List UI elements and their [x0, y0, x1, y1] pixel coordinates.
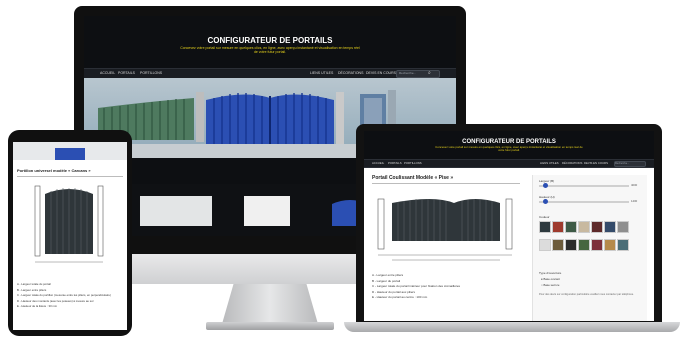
laptop-nav-devis[interactable]: DEVIS EN COURS [584, 161, 608, 165]
divider [17, 176, 123, 177]
width-slider[interactable] [539, 185, 629, 187]
radio-base-serrure[interactable]: ○ Base serrure [541, 283, 559, 287]
gate-technical-drawing [377, 198, 513, 261]
opening-type-label: Type d'ouverture [539, 271, 562, 275]
nav-liens-utiles[interactable]: LIENS UTILES [310, 71, 333, 75]
tablet-legend: A - Largeur totale du portail B - Largeu… [17, 282, 123, 310]
laptop-nav-decorations[interactable]: DÉCORATIONS [562, 161, 582, 165]
footer-note: Pour des devis sur configuration particu… [539, 293, 634, 296]
laptop-nav-accueil[interactable]: ACCUEIL [372, 161, 384, 165]
laptop-nav-portails[interactable]: PORTAILS [388, 161, 402, 165]
color-swatch[interactable] [552, 239, 564, 251]
height-value: 1400 [631, 199, 638, 203]
color-swatch[interactable] [578, 221, 590, 233]
color-swatch[interactable] [539, 239, 551, 251]
width-value: 4000 [631, 183, 638, 187]
laptop-base [344, 322, 680, 332]
search-icon[interactable]: ⌕ [428, 70, 431, 76]
radio-label: Base serrure [543, 283, 560, 287]
thumb-white-portillon[interactable] [244, 196, 290, 226]
portillon-technical-drawing [34, 185, 104, 263]
tablet-header-image [13, 142, 127, 160]
color-swatch[interactable] [604, 221, 616, 233]
legend-item: E - Hauteur de la lisière : 30 mm [17, 304, 58, 309]
laptop-legend: A - Largeur entre piliers B - Largeur du… [372, 273, 522, 301]
laptop-screen: CONFIGURATEUR DE PORTAILS Concevez votre… [364, 131, 654, 321]
height-slider-handle[interactable] [543, 199, 548, 204]
color-swatch[interactable] [565, 239, 577, 251]
width-slider-handle[interactable] [543, 183, 548, 188]
search-input[interactable]: Recherche... [396, 70, 440, 78]
nav-accueil[interactable]: ACCUEIL [100, 71, 115, 75]
site-title: CONFIGURATEUR DE PORTAILS [207, 36, 333, 45]
imac-base [206, 322, 334, 330]
tablet-product-title: Portillon universel modèle « Carcans » [17, 168, 91, 173]
nav-portails[interactable]: PORTAILS [118, 71, 135, 75]
site-tagline: Concevez votre portail sur mesure en que… [180, 46, 360, 55]
color-swatch[interactable] [539, 221, 551, 233]
config-panel: Largeur (B) 4000 Hauteur (H) 1400 Couleu… [532, 175, 647, 321]
laptop-nav: ACCUEIL PORTAILS PORTILLONS LIENS UTILES… [364, 159, 654, 168]
legend-item: C - Largeur totale du portillon (mesurée… [17, 293, 111, 298]
color-swatch[interactable] [604, 239, 616, 251]
color-swatch[interactable] [591, 221, 603, 233]
tablet-accent-gate [55, 148, 85, 160]
color-swatch[interactable] [565, 221, 577, 233]
nav-decorations[interactable]: DÉCORATIONS [338, 71, 363, 75]
laptop-search-input[interactable]: Recherche... [614, 161, 646, 167]
nav-portillons[interactable]: PORTILLONS [140, 71, 162, 75]
color-swatch-grid [539, 221, 639, 257]
color-swatch[interactable] [617, 239, 629, 251]
colors-label: Couleur [539, 215, 550, 219]
laptop-nav-portillons[interactable]: PORTILLONS [404, 161, 422, 165]
radio-label: Base ouvrant [543, 277, 560, 281]
radio-base-ouvrant[interactable]: ● Base ouvrant [541, 277, 560, 281]
color-swatch[interactable] [591, 239, 603, 251]
imac-stand [222, 284, 318, 324]
color-swatch[interactable] [617, 221, 629, 233]
laptop-product-title: Portail Coulissant Modèle « Pise » [372, 175, 454, 181]
color-swatch[interactable] [552, 221, 564, 233]
legend-item: E - Hauteur du portail au centre : 100 m… [372, 295, 428, 299]
laptop-nav-liens[interactable]: LIENS UTILES [540, 161, 559, 165]
divider [372, 183, 520, 184]
height-slider[interactable] [539, 201, 629, 203]
color-swatch[interactable] [578, 239, 590, 251]
nav-devis[interactable]: DEVIS EN COURS [366, 71, 396, 75]
thumb-white-gate[interactable] [140, 196, 212, 226]
laptop-site-tagline: Concevez votre portail sur mesure en que… [435, 145, 583, 153]
tablet-screen: Portillon universel modèle « Carcans » A… [13, 142, 127, 330]
